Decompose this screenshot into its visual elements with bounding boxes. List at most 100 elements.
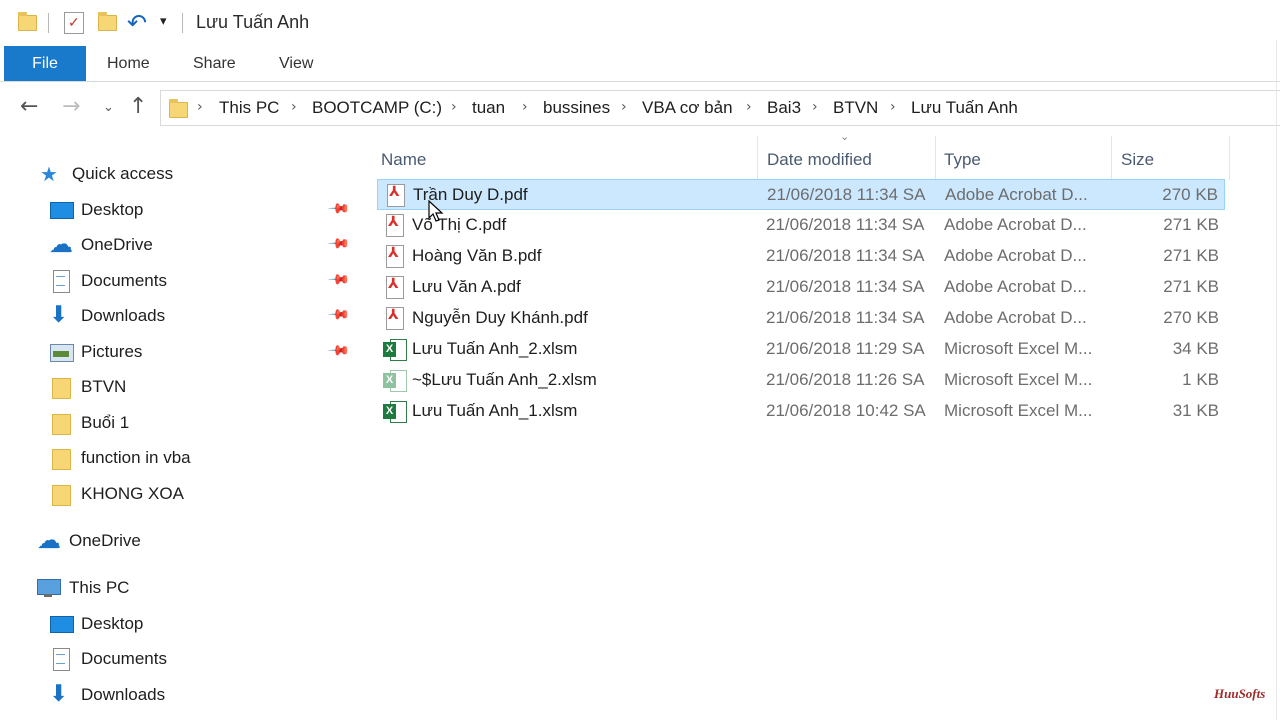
pdf-icon [383, 245, 405, 268]
column-header-type[interactable]: Type [944, 140, 981, 180]
file-date: 21/06/2018 11:34 SA [766, 308, 925, 327]
breadcrumb-separator-icon[interactable]: › [890, 99, 896, 115]
sidebar-item-onedrive-quick[interactable]: OneDrive [49, 230, 153, 260]
breadcrumb-separator-icon[interactable]: › [812, 99, 818, 115]
downloads-icon [49, 302, 73, 328]
pdf-icon [383, 307, 405, 330]
sidebar-item-quick-access[interactable]: ★ Quick access [40, 159, 173, 189]
file-date: 21/06/2018 11:29 SA [766, 339, 925, 358]
qat-dropdown-icon[interactable]: ▾ [160, 14, 167, 29]
breadcrumb-tuan[interactable]: tuan [472, 98, 505, 118]
breadcrumb-bai3[interactable]: Bai3 [767, 98, 801, 118]
table-row[interactable]: Võ Thị C.pdf 21/06/2018 11:34 SA Adobe A… [377, 210, 1225, 241]
column-divider[interactable] [1111, 136, 1112, 180]
breadcrumb-btvn[interactable]: BTVN [833, 98, 878, 118]
up-arrow-icon[interactable]: ↑ [129, 94, 147, 119]
sidebar-item-label: Quick access [72, 164, 174, 183]
sidebar-item-desktop[interactable]: Desktop [49, 195, 143, 225]
sidebar-item-label: BTVN [81, 377, 127, 396]
breadcrumb-separator-icon[interactable]: › [746, 99, 752, 115]
pin-icon[interactable]: 📌 [327, 232, 351, 256]
column-divider[interactable] [757, 136, 758, 180]
breadcrumb-separator-icon[interactable]: › [621, 99, 627, 115]
sidebar-item-pc-documents[interactable]: Documents [49, 644, 167, 674]
pdf-icon [384, 184, 406, 207]
address-bar[interactable]: › This PC › BOOTCAMP (C:) › tuan › bussi… [160, 90, 1280, 126]
file-name: ~$Lưu Tuấn Anh_2.xlsm [412, 370, 597, 389]
cloud-icon [37, 526, 61, 554]
file-type: Microsoft Excel M... [944, 370, 1093, 389]
tab-file[interactable]: File [4, 46, 86, 81]
table-row[interactable]: Nguyễn Duy Khánh.pdf 21/06/2018 11:34 SA… [377, 303, 1225, 334]
file-date: 21/06/2018 11:34 SA [766, 277, 925, 296]
sidebar-item-label: This PC [69, 578, 130, 597]
tab-share[interactable]: Share [193, 46, 236, 81]
pin-icon[interactable]: 📌 [327, 303, 351, 327]
undo-icon[interactable]: ↶ [127, 9, 147, 37]
sidebar-item-this-pc[interactable]: This PC [37, 573, 129, 603]
sidebar-item-label: Desktop [81, 200, 144, 219]
file-type: Adobe Acrobat D... [944, 277, 1087, 296]
breadcrumb-bootcamp[interactable]: BOOTCAMP (C:) [312, 98, 442, 118]
mouse-cursor-icon [428, 200, 444, 222]
sidebar-item-onedrive[interactable]: OneDrive [37, 526, 141, 556]
sidebar-item-pc-downloads[interactable]: Downloads [49, 680, 165, 710]
table-row[interactable]: Trần Duy D.pdf 21/06/2018 11:34 SA Adobe… [377, 179, 1225, 210]
back-arrow-icon[interactable]: ← [20, 94, 38, 119]
pin-icon[interactable]: 📌 [327, 339, 351, 363]
ribbon-tabs: File Home Share View [0, 46, 1280, 82]
file-date: 21/06/2018 11:34 SA [766, 215, 925, 234]
file-name: Nguyễn Duy Khánh.pdf [412, 308, 588, 327]
sidebar-item-khong-xoa[interactable]: KHONG XOA [49, 479, 184, 509]
excel-icon [383, 338, 407, 361]
breadcrumb-current-folder[interactable]: Lưu Tuấn Anh [911, 98, 1018, 118]
address-folder-icon [169, 99, 188, 118]
tab-home[interactable]: Home [107, 46, 150, 81]
table-row[interactable]: Lưu Tuấn Anh_1.xlsm 21/06/2018 10:42 SA … [377, 396, 1225, 427]
breadcrumb-vba-co-ban[interactable]: VBA cơ bản [642, 98, 733, 118]
table-row[interactable]: Lưu Văn A.pdf 21/06/2018 11:34 SA Adobe … [377, 272, 1225, 303]
column-header-name[interactable]: Name [381, 140, 426, 180]
sidebar-item-documents[interactable]: Documents [49, 266, 167, 296]
sidebar-item-pc-desktop[interactable]: Desktop [49, 609, 143, 639]
documents-icon [49, 270, 73, 293]
pdf-icon [383, 214, 405, 237]
breadcrumb-separator-icon[interactable]: › [522, 99, 528, 115]
folder-icon [49, 376, 73, 399]
file-type: Adobe Acrobat D... [944, 246, 1087, 265]
sidebar-item-btvn[interactable]: BTVN [49, 372, 126, 402]
watermark-logo: HuuSofts [1214, 686, 1266, 701]
pin-icon[interactable]: 📌 [327, 268, 351, 292]
breadcrumb-separator-icon[interactable]: › [197, 99, 203, 115]
pictures-icon [49, 341, 74, 363]
sidebar-item-buoi-1[interactable]: Buổi 1 [49, 408, 129, 438]
recent-locations-icon[interactable]: ⌄ [103, 100, 114, 115]
column-divider[interactable] [935, 136, 936, 180]
properties-icon[interactable] [64, 12, 84, 34]
breadcrumb-this-pc[interactable]: This PC [219, 98, 279, 118]
column-header-size[interactable]: Size [1121, 140, 1154, 180]
sidebar-item-label: KHONG XOA [81, 484, 184, 503]
column-divider[interactable] [1229, 136, 1230, 180]
sidebar-item-function-in-vba[interactable]: function in vba [49, 443, 191, 473]
breadcrumb-bussines[interactable]: bussines [543, 98, 610, 118]
table-row[interactable]: Lưu Tuấn Anh_2.xlsm 21/06/2018 11:29 SA … [377, 334, 1225, 365]
new-folder-icon[interactable] [98, 12, 117, 31]
column-header-date-modified[interactable]: Date modified [767, 140, 872, 180]
pin-icon[interactable]: 📌 [327, 197, 351, 221]
excel-temp-icon [383, 369, 407, 392]
file-date: 21/06/2018 11:34 SA [767, 185, 926, 204]
forward-arrow-icon[interactable]: → [62, 94, 80, 119]
breadcrumb-separator-icon[interactable]: › [291, 99, 297, 115]
sidebar-item-label: Desktop [81, 614, 144, 633]
file-name: Lưu Tuấn Anh_1.xlsm [412, 401, 578, 420]
cloud-icon [49, 230, 73, 258]
table-row[interactable]: ~$Lưu Tuấn Anh_2.xlsm 21/06/2018 11:26 S… [377, 365, 1225, 396]
sidebar-item-pictures[interactable]: Pictures [49, 337, 142, 367]
tab-view[interactable]: View [279, 46, 313, 81]
window-title: Lưu Tuấn Anh [196, 12, 310, 32]
table-row[interactable]: Hoàng Văn B.pdf 21/06/2018 11:34 SA Adob… [377, 241, 1225, 272]
sidebar-item-downloads[interactable]: Downloads [49, 301, 165, 331]
file-type: Microsoft Excel M... [944, 339, 1093, 358]
breadcrumb-separator-icon[interactable]: › [451, 99, 457, 115]
